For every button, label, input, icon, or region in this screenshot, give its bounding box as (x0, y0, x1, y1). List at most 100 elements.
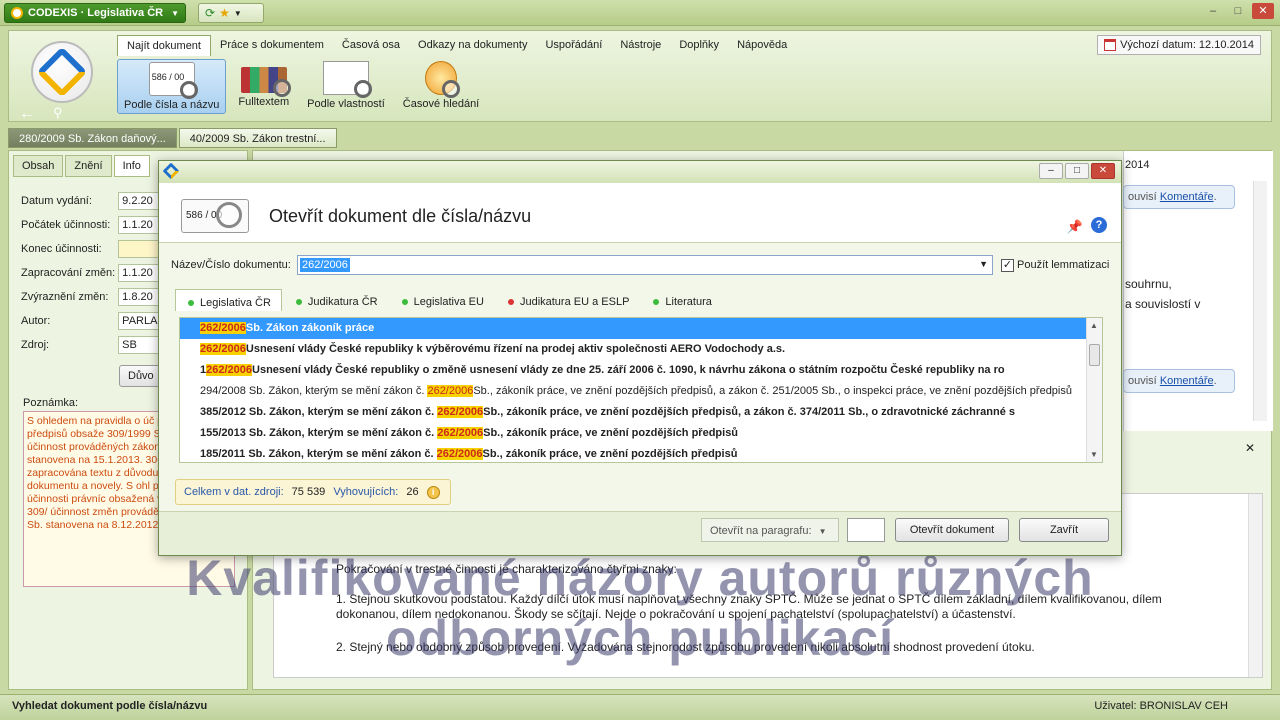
menu-prace-s-dokumentem[interactable]: Práce s dokumentem (211, 35, 333, 56)
results-scrollbar[interactable]: ▲ ▼ (1086, 318, 1102, 462)
vertical-scrollbar[interactable] (1248, 494, 1262, 677)
scroll-thumb[interactable] (1089, 344, 1100, 366)
lemmatization-label: Použít lemmatizaci (1017, 259, 1110, 271)
total-label: Celkem v dat. zdroji: (184, 486, 284, 498)
help-icon[interactable]: ? (1091, 217, 1107, 233)
tab-label: Judikatura EU a ESLP (519, 296, 630, 308)
tool-label: Časové hledání (402, 98, 480, 110)
menu-casova-osa[interactable]: Časová osa (333, 35, 409, 56)
close-dialog-button[interactable]: Zavřít (1019, 518, 1109, 542)
minimize-button[interactable]: – (1202, 3, 1224, 19)
chevron-down-icon: ▼ (818, 527, 827, 536)
chevron-down-icon[interactable]: ▼ (979, 259, 988, 269)
tool-by-number[interactable]: 586 / 00 Podle čísla a názvu (117, 59, 227, 114)
field-label: Datum vydání: (21, 195, 92, 207)
default-date-button[interactable]: Výchozí datum: 12.10.2014 (1097, 35, 1261, 55)
codexis-logo-icon (11, 7, 23, 19)
dialog-minimize-button[interactable]: – (1039, 163, 1063, 179)
star-icon[interactable]: ★ (219, 6, 230, 20)
close-button[interactable]: ✕ (1252, 3, 1274, 19)
year-label: 2014 (1125, 159, 1150, 171)
scroll-up-icon[interactable]: ▲ (1090, 321, 1098, 330)
tab-label: Legislativa EU (413, 296, 484, 308)
total-value: 75 539 (291, 486, 326, 498)
list-item[interactable]: 1262/2006Usnesení vlády České republiky … (180, 360, 1086, 381)
calendar-icon (1104, 39, 1117, 51)
paragraph-input[interactable] (847, 518, 885, 542)
comment-chip[interactable]: ouvisí Komentáře. (1123, 369, 1235, 393)
doc-text-fragment: a souvislostí v (1125, 297, 1201, 311)
app-menu-button[interactable]: CODEXIS · Legislativa ČR ▼ (4, 3, 186, 23)
codexis-logo (31, 41, 93, 103)
menu-napoveda[interactable]: Nápověda (728, 35, 796, 56)
tab-obsah[interactable]: Obsah (13, 155, 64, 177)
dialog-footer: Otevřít na paragrafu: ▼ Otevřít dokument… (159, 511, 1121, 555)
search-icon[interactable]: ⚲ (53, 105, 63, 123)
scroll-down-icon[interactable]: ▼ (1090, 450, 1098, 459)
maximize-button[interactable]: □ (1227, 3, 1249, 19)
menu-nastroje[interactable]: Nástroje (611, 35, 670, 56)
info-icon[interactable]: i (426, 485, 440, 499)
list-item[interactable]: 385/2012 Sb. Zákon, kterým se mění zákon… (180, 402, 1086, 423)
status-dot-icon (188, 299, 194, 306)
tab-legislativa-cr[interactable]: Legislativa ČR (175, 289, 282, 311)
vertical-scrollbar[interactable] (1253, 181, 1267, 421)
result-counts: Celkem v dat. zdroji: 75 539 Vyhovujícíc… (175, 479, 451, 505)
pin-icon[interactable]: 📌 (1067, 219, 1083, 235)
tool-label: Podle vlastností (307, 98, 385, 110)
tab-legislativa-eu[interactable]: Legislativa EU (390, 289, 494, 311)
status-text: Vyhledat dokument podle čísla/názvu (12, 700, 208, 712)
list-item[interactable]: 185/2011 Sb. Zákon, kterým se mění zákon… (180, 444, 1086, 462)
title-bar: CODEXIS · Legislativa ČR ▼ ⟳ ★ ▼ – □ ✕ (0, 0, 1280, 26)
list-item[interactable]: 262/2006Usnesení vlády České republiky k… (180, 339, 1086, 360)
tab-literatura[interactable]: Literatura (641, 289, 721, 311)
tool-label: Podle čísla a názvu (124, 99, 220, 111)
doc-paragraph: Pokračování v trestné činnosti je charak… (336, 562, 677, 576)
tab-info[interactable]: Info (113, 155, 150, 177)
field-label: Zvýraznění změn: (21, 291, 109, 303)
tab-judikatura-eu-eslp[interactable]: Judikatura EU a ESLP (496, 289, 639, 311)
logo-diamond-icon (36, 46, 88, 98)
menu-usporadani[interactable]: Uspořádání (536, 35, 611, 56)
comment-chip[interactable]: ouvisí Komentáře. (1123, 185, 1235, 209)
quick-access-toolbar[interactable]: ⟳ ★ ▼ (198, 3, 264, 23)
properties-search-icon (322, 61, 372, 98)
lemmatization-checkbox[interactable]: ✓ Použít lemmatizaci (1001, 258, 1110, 272)
list-item[interactable]: 294/2008 Sb. Zákon, kterým se mění zákon… (180, 381, 1086, 402)
status-dot-icon (401, 299, 408, 305)
checkbox-box[interactable]: ✓ (1001, 258, 1014, 272)
list-item[interactable]: 262/2006Sb. Zákon zákoník práce (180, 318, 1086, 339)
dialog-maximize-button[interactable]: □ (1065, 163, 1089, 179)
doc-tab-40-2009[interactable]: 40/2009 Sb. Zákon trestní... (178, 128, 337, 148)
open-document-button[interactable]: Otevřít dokument (895, 518, 1009, 542)
close-pane-icon[interactable]: ✕ (1241, 439, 1259, 457)
status-dot-icon (653, 299, 660, 305)
menu-bar: Najít dokument Práce s dokumentem Časová… (117, 35, 796, 56)
ribbon: ← ⚲ Najít dokument Práce s dokumentem Ča… (8, 30, 1272, 122)
tab-judikatura-cr[interactable]: Judikatura ČR (284, 289, 388, 311)
tool-fulltext[interactable]: Fulltextem (232, 59, 295, 114)
matching-label: Vyhovujících: (333, 486, 399, 498)
open-on-paragraph-dropdown[interactable]: Otevřít na paragrafu: ▼ (701, 518, 839, 542)
comment-link[interactable]: Komentáře (1160, 375, 1214, 387)
list-item[interactable]: 155/2013 Sb. Zákon, kterým se mění zákon… (180, 423, 1086, 444)
refresh-icon[interactable]: ⟳ (205, 6, 215, 20)
document-search-input[interactable]: 262/2006 ▼ (297, 255, 993, 275)
field-label: Zdroj: (21, 339, 50, 351)
chevron-down-icon[interactable]: ▼ (234, 9, 242, 18)
tool-time-search[interactable]: Časové hledání (397, 59, 485, 114)
tab-zneni[interactable]: Znění (65, 155, 112, 177)
doc-tab-280-2009[interactable]: 280/2009 Sb. Zákon daňový... (8, 128, 177, 148)
dialog-close-button[interactable]: ✕ (1091, 163, 1115, 179)
tool-by-properties[interactable]: Podle vlastností (301, 59, 391, 114)
menu-najit-dokument[interactable]: Najít dokument (117, 35, 211, 56)
menu-doplnky[interactable]: Doplňky (670, 35, 728, 56)
field-label: Zapracování změn: (21, 267, 116, 279)
tab-label: Judikatura ČR (307, 296, 378, 308)
comment-link[interactable]: Komentáře (1160, 191, 1214, 203)
back-arrow-icon[interactable]: ← (19, 105, 35, 123)
clock-search-icon (425, 61, 461, 98)
dialog-title-bar: – □ ✕ (159, 161, 1121, 183)
doc-paragraph: 1. Stejnou skutkovou podstatou. Každý dí… (336, 592, 1162, 621)
menu-odkazy[interactable]: Odkazy na dokumenty (409, 35, 536, 56)
